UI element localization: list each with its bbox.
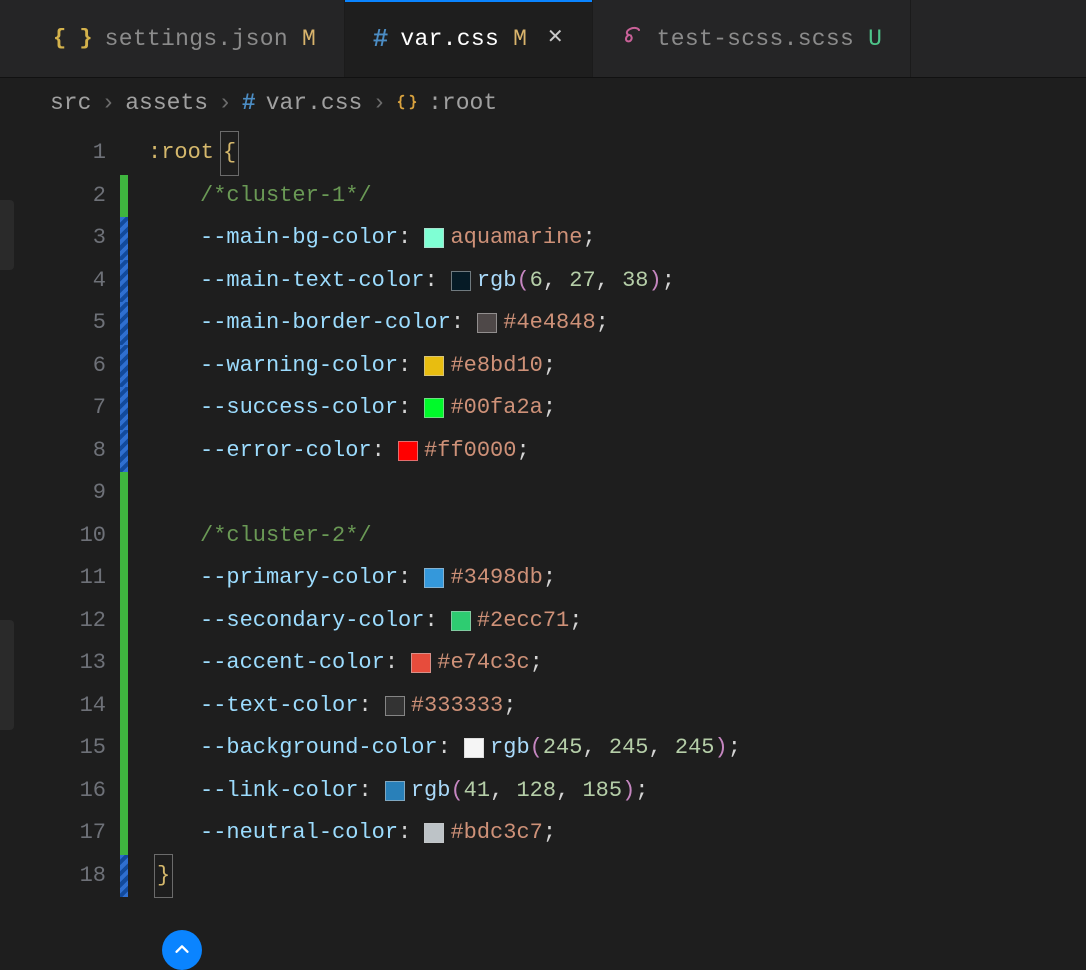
code-area[interactable]: :root {/*cluster-1*/--main-bg-color: aqu… [128, 130, 741, 897]
code-line[interactable]: --background-color: rgb(245, 245, 245); [148, 727, 741, 770]
diff-indicator [120, 217, 128, 260]
diff-indicator [120, 387, 128, 430]
line-number: 1 [0, 132, 106, 175]
color-swatch-icon[interactable] [385, 696, 405, 716]
line-number: 3 [0, 217, 106, 260]
breadcrumb-file[interactable]: var.css [266, 90, 363, 116]
tab-var-css[interactable]: # var.css M ✕ [345, 0, 593, 77]
color-swatch-icon[interactable] [477, 313, 497, 333]
line-number: 16 [0, 770, 106, 813]
color-swatch-icon[interactable] [424, 398, 444, 418]
line-number: 15 [0, 727, 106, 770]
diff-indicator [120, 855, 128, 898]
code-line[interactable]: --accent-color: #e74c3c; [148, 642, 741, 685]
code-line[interactable]: --link-color: rgb(41, 128, 185); [148, 770, 741, 813]
line-number: 6 [0, 345, 106, 388]
diff-indicator [120, 685, 128, 728]
close-icon[interactable]: ✕ [547, 29, 564, 49]
sass-icon [621, 23, 645, 54]
breadcrumb[interactable]: src › assets › # var.css › :root [0, 78, 1086, 124]
code-line[interactable]: } [148, 855, 741, 898]
code-line[interactable]: /*cluster-2*/ [148, 515, 741, 558]
color-swatch-icon[interactable] [385, 781, 405, 801]
code-line[interactable]: --error-color: #ff0000; [148, 430, 741, 473]
chevron-right-icon: › [101, 90, 115, 116]
git-status-badge: U [868, 26, 882, 52]
activity-bar-hint [0, 200, 14, 270]
code-line[interactable]: --main-border-color: #4e4848; [148, 302, 741, 345]
color-swatch-icon[interactable] [464, 738, 484, 758]
color-swatch-icon[interactable] [451, 271, 471, 291]
code-line[interactable]: :root { [148, 132, 741, 175]
line-number: 18 [0, 855, 106, 898]
diff-indicator [120, 175, 128, 218]
hash-icon: # [242, 90, 256, 116]
code-line[interactable]: --main-bg-color: aquamarine; [148, 217, 741, 260]
diff-indicator [120, 430, 128, 473]
line-number: 12 [0, 600, 106, 643]
diff-indicator [120, 132, 128, 175]
line-number: 11 [0, 557, 106, 600]
editor[interactable]: 123456789101112131415161718 :root {/*clu… [0, 124, 1086, 897]
color-swatch-icon[interactable] [424, 356, 444, 376]
line-number: 5 [0, 302, 106, 345]
diff-indicator [120, 600, 128, 643]
chevron-right-icon: › [218, 90, 232, 116]
code-line[interactable]: /*cluster-1*/ [148, 175, 741, 218]
line-number: 17 [0, 812, 106, 855]
code-line[interactable] [148, 472, 741, 515]
code-line[interactable]: --secondary-color: #2ecc71; [148, 600, 741, 643]
code-line[interactable]: --primary-color: #3498db; [148, 557, 741, 600]
color-swatch-icon[interactable] [451, 611, 471, 631]
line-number: 10 [0, 515, 106, 558]
diff-indicator [120, 515, 128, 558]
diff-indicator [120, 642, 128, 685]
git-status-badge: M [302, 26, 316, 52]
scroll-up-hint-icon[interactable] [162, 930, 202, 970]
json-icon: { } [53, 26, 93, 51]
line-number-gutter: 123456789101112131415161718 [0, 130, 120, 897]
code-line[interactable]: --success-color: #00fa2a; [148, 387, 741, 430]
chevron-right-icon: › [372, 90, 386, 116]
hash-icon: # [373, 24, 389, 54]
activity-bar-hint [0, 620, 14, 730]
code-line[interactable]: --main-text-color: rgb(6, 27, 38); [148, 260, 741, 303]
tab-bar: { } settings.json M # var.css M ✕ test-scss.scs… [0, 0, 1086, 78]
tab-label: test-scss.scss [657, 26, 854, 52]
diff-gutter [120, 130, 128, 897]
diff-indicator [120, 260, 128, 303]
breadcrumb-part[interactable]: assets [125, 90, 208, 116]
code-line[interactable]: --text-color: #333333; [148, 685, 741, 728]
git-status-badge: M [513, 26, 527, 52]
breadcrumb-symbol[interactable]: :root [428, 90, 497, 116]
tab-test-scss-scss[interactable]: test-scss.scss U [593, 0, 911, 77]
color-swatch-icon[interactable] [411, 653, 431, 673]
diff-indicator [120, 302, 128, 345]
tab-settings-json[interactable]: { } settings.json M [25, 0, 345, 77]
color-swatch-icon[interactable] [424, 823, 444, 843]
line-number: 4 [0, 260, 106, 303]
color-swatch-icon[interactable] [424, 568, 444, 588]
code-line[interactable]: --warning-color: #e8bd10; [148, 345, 741, 388]
braces-icon [396, 92, 418, 114]
diff-indicator [120, 770, 128, 813]
diff-indicator [120, 812, 128, 855]
tab-label: var.css [400, 26, 499, 52]
diff-indicator [120, 472, 128, 515]
color-swatch-icon[interactable] [398, 441, 418, 461]
line-number: 14 [0, 685, 106, 728]
line-number: 8 [0, 430, 106, 473]
line-number: 2 [0, 175, 106, 218]
color-swatch-icon[interactable] [424, 228, 444, 248]
line-number: 9 [0, 472, 106, 515]
diff-indicator [120, 727, 128, 770]
diff-indicator [120, 557, 128, 600]
tab-label: settings.json [105, 26, 288, 52]
diff-indicator [120, 345, 128, 388]
line-number: 13 [0, 642, 106, 685]
code-line[interactable]: --neutral-color: #bdc3c7; [148, 812, 741, 855]
breadcrumb-part[interactable]: src [50, 90, 91, 116]
line-number: 7 [0, 387, 106, 430]
